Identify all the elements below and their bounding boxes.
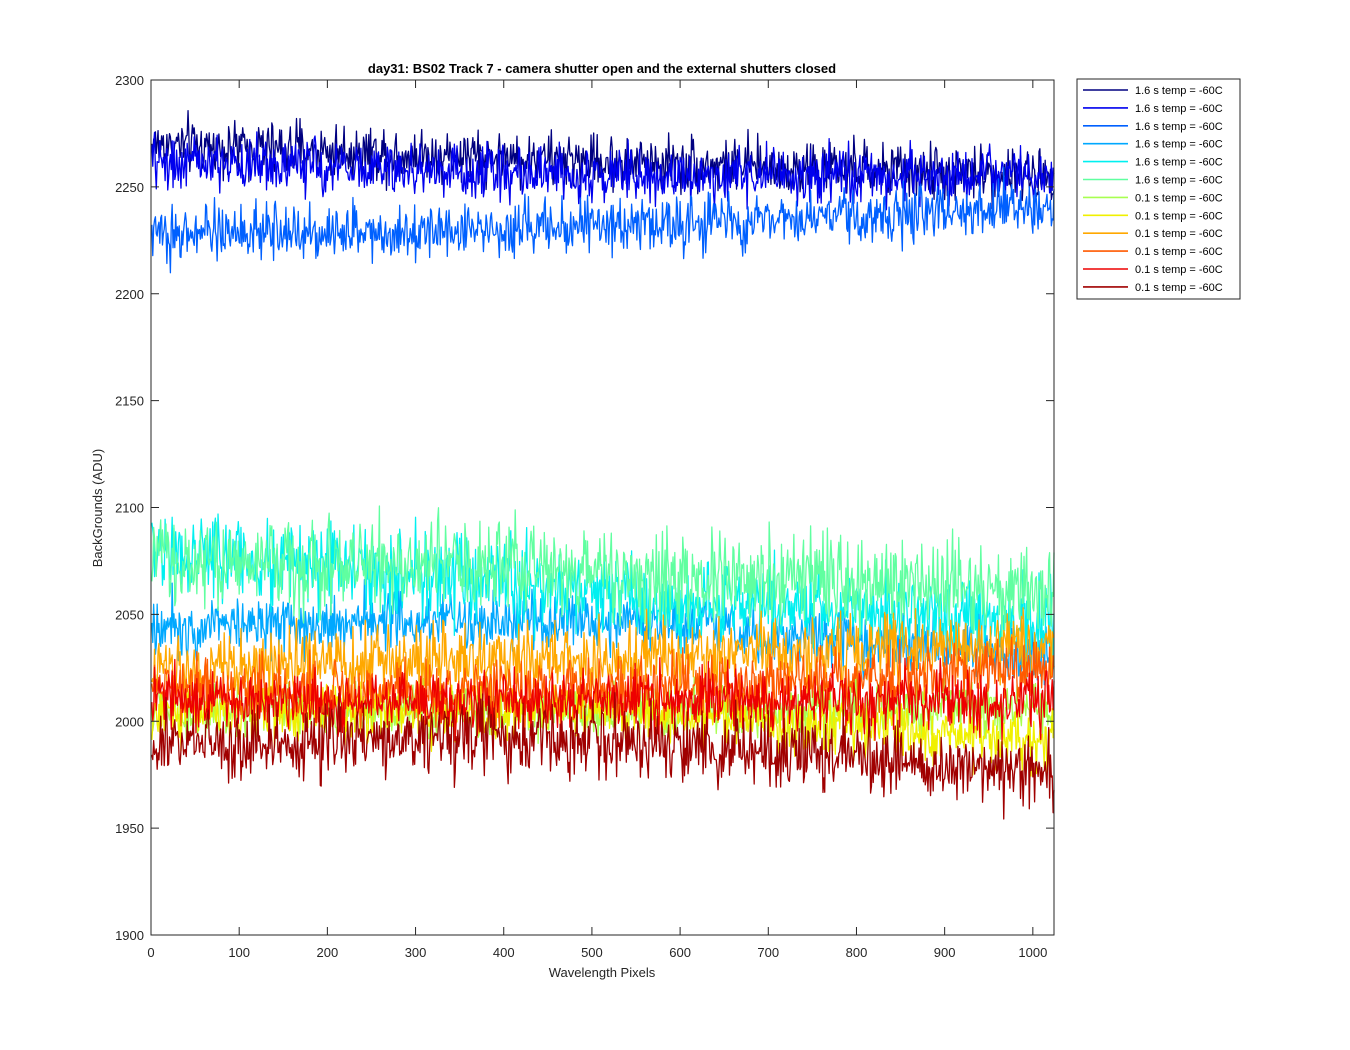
- x-tick-label: 0: [147, 945, 154, 960]
- x-tick-label: 100: [228, 945, 250, 960]
- y-tick-label: 2100: [115, 501, 144, 516]
- legend: 1.6 s temp = -60C 1.6 s temp = -60C 1.6 s …: [1076, 78, 1241, 300]
- y-tick-label: 2000: [115, 714, 144, 729]
- legend-label-2: 1.6 s temp = -60C: [1135, 103, 1223, 115]
- x-tick-label: 1000: [1018, 945, 1047, 960]
- legend-label-6: 1.6 s temp = -60C: [1135, 175, 1223, 187]
- x-tick-label: 500: [581, 945, 603, 960]
- x-tick-label: 300: [405, 945, 427, 960]
- x-tick-label: 900: [934, 945, 956, 960]
- chart-title: day31: BS02 Track 7 - camera shutter ope…: [368, 61, 836, 76]
- legend-label-10: 0.1 s temp = -60C: [1135, 246, 1223, 258]
- y-tick-label: 2300: [115, 73, 144, 88]
- x-tick-label: 400: [493, 945, 515, 960]
- x-tick-label: 600: [669, 945, 691, 960]
- y-tick-label: 1950: [115, 821, 144, 836]
- legend-label-1: 1.6 s temp = -60C: [1135, 85, 1223, 97]
- y-tick-label: 2200: [115, 287, 144, 302]
- y-axis-label: BackGrounds (ADU): [90, 449, 105, 567]
- x-tick-label: 200: [317, 945, 339, 960]
- legend-label-8: 0.1 s temp = -60C: [1135, 210, 1223, 222]
- legend-label-12: 0.1 s temp = -60C: [1135, 282, 1223, 294]
- legend-label-5: 1.6 s temp = -60C: [1135, 157, 1223, 169]
- x-tick-label: 700: [757, 945, 779, 960]
- y-tick-label: 2250: [115, 180, 144, 195]
- x-axis-label: Wavelength Pixels: [549, 965, 656, 980]
- legend-label-11: 0.1 s temp = -60C: [1135, 264, 1223, 276]
- y-tick-label: 1900: [115, 928, 144, 943]
- legend-label-7: 0.1 s temp = -60C: [1135, 192, 1223, 204]
- x-tick-label: 800: [846, 945, 868, 960]
- y-tick-label: 2050: [115, 607, 144, 622]
- legend-label-4: 1.6 s temp = -60C: [1135, 139, 1223, 151]
- line-chart: day31: BS02 Track 7 - camera shutter ope…: [0, 0, 1350, 1050]
- y-tick-label: 2150: [115, 394, 144, 409]
- legend-label-3: 1.6 s temp = -60C: [1135, 121, 1223, 133]
- legend-label-9: 0.1 s temp = -60C: [1135, 228, 1223, 240]
